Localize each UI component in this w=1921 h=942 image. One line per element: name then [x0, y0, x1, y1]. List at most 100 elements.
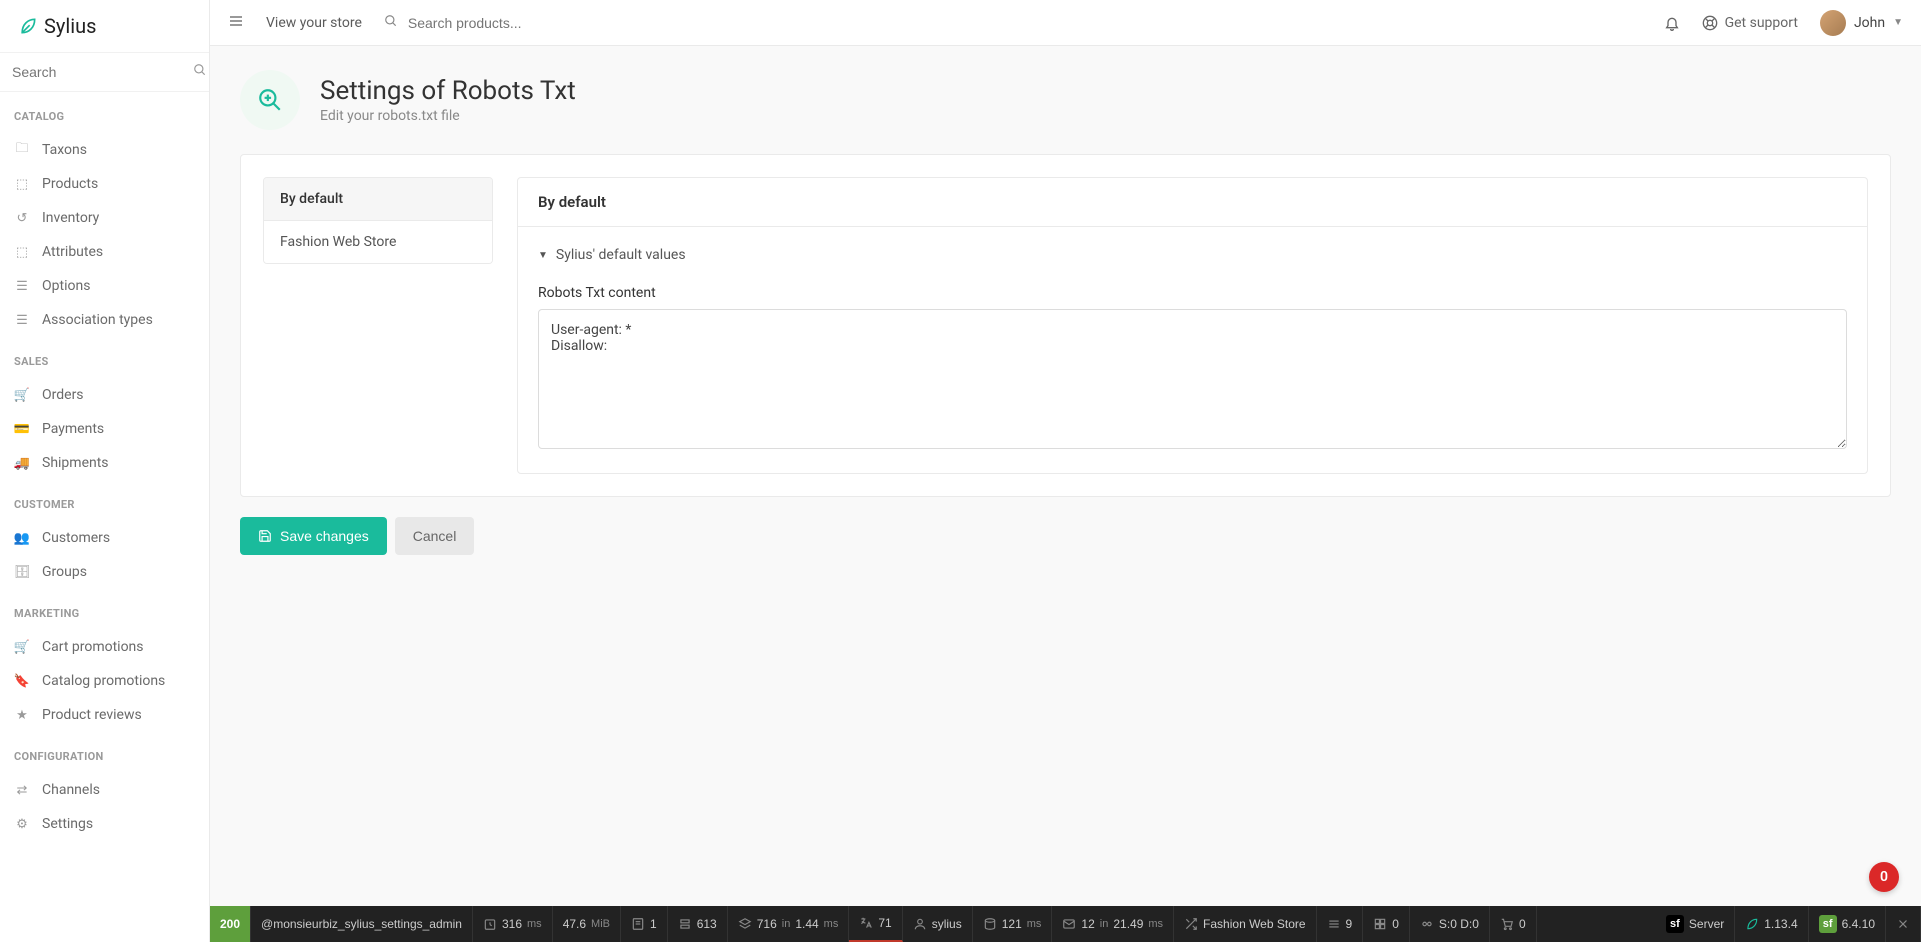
- sidebar-nav: CATALOG🗀Taxons⬚Products ↺ Inventory ⬚Attrib…: [0, 92, 209, 841]
- user-menu[interactable]: John ▼: [1820, 10, 1903, 36]
- sidebar-item-shipments[interactable]: 🚚Shipments: [0, 446, 209, 480]
- tab-fashion-web-store[interactable]: Fashion Web Store: [264, 221, 492, 263]
- search-icon[interactable]: [384, 14, 398, 32]
- sidebar-item-payments[interactable]: 💳Payments: [0, 412, 209, 446]
- sidebar-item-label: Inventory: [42, 210, 99, 226]
- save-button[interactable]: Save changes: [240, 517, 387, 555]
- button-row: Save changes Cancel: [240, 517, 1891, 555]
- brand-logo[interactable]: Sylius: [0, 0, 209, 53]
- page-header: Settings of Robots Txt Edit your robots.…: [240, 70, 1891, 130]
- hamburger-icon[interactable]: [228, 13, 244, 33]
- sidebar-item-settings[interactable]: ⚙Settings: [0, 807, 209, 841]
- sidebar-item-label: Customers: [42, 530, 110, 546]
- stack-icon: [738, 917, 752, 931]
- symfony-icon: sf: [1819, 915, 1837, 933]
- mail-icon: [1062, 917, 1076, 931]
- sidebar-item-label: Orders: [42, 387, 84, 403]
- user-name: John: [1854, 15, 1885, 31]
- archive-icon: 🗄: [14, 564, 30, 580]
- settings-panel: By default ▼ Sylius' default values Robo…: [517, 177, 1868, 474]
- cancel-button-label: Cancel: [413, 528, 457, 544]
- debug-route[interactable]: @monsieurbiz_sylius_settings_admin: [251, 906, 473, 942]
- debug-ajax[interactable]: 1: [621, 906, 668, 942]
- debug-user[interactable]: sylius: [903, 906, 973, 942]
- history-icon: ↺: [14, 210, 30, 226]
- sidebar-item-groups[interactable]: 🗄Groups: [0, 555, 209, 589]
- notifications-button[interactable]: [1664, 15, 1680, 31]
- close-icon: [1896, 917, 1910, 931]
- robots-txt-label: Robots Txt content: [538, 285, 1847, 301]
- sidebar-item-channels[interactable]: ⇄Channels: [0, 773, 209, 807]
- debug-time[interactable]: 316ms: [473, 906, 553, 942]
- sidebar-search: [0, 53, 209, 92]
- cancel-button[interactable]: Cancel: [395, 517, 475, 555]
- save-icon: [258, 529, 272, 543]
- user-icon: [913, 917, 927, 931]
- sidebar-item-attributes[interactable]: ⬚Attributes: [0, 235, 209, 269]
- sidebar-item-product-reviews[interactable]: ★Product reviews: [0, 698, 209, 732]
- sidebar-item-label: Settings: [42, 816, 93, 832]
- search-icon[interactable]: [193, 63, 207, 81]
- cart-icon: 🛒: [14, 387, 30, 403]
- tabs-vertical: By defaultFashion Web Store: [263, 177, 493, 264]
- debug-close[interactable]: [1886, 906, 1921, 942]
- debug-sylius-version[interactable]: 1.13.4: [1735, 906, 1808, 942]
- sylius-leaf-icon: [18, 16, 38, 36]
- debug-status[interactable]: 200: [210, 906, 251, 942]
- sidebar-item-customers[interactable]: 👥 Customers: [0, 521, 209, 555]
- product-search-input[interactable]: [408, 15, 708, 31]
- cart-icon: [1500, 917, 1514, 931]
- debug-db[interactable]: 121ms: [973, 906, 1053, 942]
- sidebar-section-header: CATALOG: [0, 92, 209, 133]
- sidebar-item-label: Attributes: [42, 244, 103, 260]
- sidebar-item-label: Taxons: [42, 142, 87, 158]
- debug-symfony-version[interactable]: sf 6.4.10: [1809, 906, 1886, 942]
- sidebar-item-taxons[interactable]: 🗀Taxons: [0, 133, 209, 167]
- get-support-button[interactable]: Get support: [1702, 15, 1798, 31]
- debug-menu[interactable]: 9: [1317, 906, 1364, 942]
- sidebar-item-label: Catalog promotions: [42, 673, 165, 689]
- debug-cart[interactable]: 0: [1490, 906, 1537, 942]
- debug-translation[interactable]: 71: [849, 906, 902, 942]
- sidebar-section-header: MARKETING: [0, 589, 209, 630]
- debug-cache[interactable]: 613: [668, 906, 728, 942]
- debug-server[interactable]: sf Server: [1656, 906, 1735, 942]
- sidebar: Sylius CATALOG🗀Taxons⬚Products ↺ Inventory…: [0, 0, 210, 942]
- debug-mail[interactable]: 12 in 21.49 ms: [1052, 906, 1174, 942]
- sidebar-item-inventory[interactable]: ↺ Inventory: [0, 201, 209, 235]
- shuffle-icon: [1184, 917, 1198, 931]
- debug-serialize[interactable]: S:0 D:0: [1410, 906, 1490, 942]
- debug-memory[interactable]: 47.6MiB: [553, 906, 621, 942]
- menu-icon: [1327, 917, 1341, 931]
- sidebar-section-header: CUSTOMER: [0, 480, 209, 521]
- topbar-right: Get support John ▼: [1664, 10, 1903, 36]
- collapsible-default-values[interactable]: ▼ Sylius' default values: [538, 247, 1847, 263]
- sidebar-item-label: Shipments: [42, 455, 109, 471]
- sidebar-item-products[interactable]: ⬚Products: [0, 167, 209, 201]
- sidebar-search-input[interactable]: [12, 64, 193, 80]
- debug-grid[interactable]: 0: [1363, 906, 1410, 942]
- sidebar-item-cart-promotions[interactable]: 🛒Cart promotions: [0, 630, 209, 664]
- sidebar-item-label: Options: [42, 278, 90, 294]
- layers-icon: [678, 917, 692, 931]
- chevron-down-icon: ▼: [1893, 17, 1903, 28]
- robots-txt-textarea[interactable]: [538, 309, 1847, 449]
- tasks-icon: ☰: [14, 312, 30, 328]
- debug-channel[interactable]: Fashion Web Store: [1174, 906, 1317, 942]
- sidebar-item-orders[interactable]: 🛒 Orders: [0, 378, 209, 412]
- sidebar-item-options[interactable]: ☰Options: [0, 269, 209, 303]
- grid-icon: [1373, 917, 1387, 931]
- content: Settings of Robots Txt Edit your robots.…: [210, 46, 1921, 906]
- sidebar-item-label: Association types: [42, 312, 153, 328]
- users-icon: 👥: [14, 530, 30, 546]
- debug-twig[interactable]: 716 in 1.44 ms: [728, 906, 850, 942]
- get-support-label: Get support: [1725, 15, 1798, 31]
- sidebar-section-header: CONFIGURATION: [0, 732, 209, 773]
- floating-notification-badge[interactable]: 0: [1869, 862, 1899, 892]
- tab-by-default[interactable]: By default: [264, 178, 492, 221]
- sidebar-item-association-types[interactable]: ☰ Association types: [0, 303, 209, 337]
- view-store-link[interactable]: View your store: [266, 15, 362, 31]
- cart-icon: 🛒: [14, 639, 30, 655]
- sidebar-item-catalog-promotions[interactable]: 🔖Catalog promotions: [0, 664, 209, 698]
- db-icon: [983, 917, 997, 931]
